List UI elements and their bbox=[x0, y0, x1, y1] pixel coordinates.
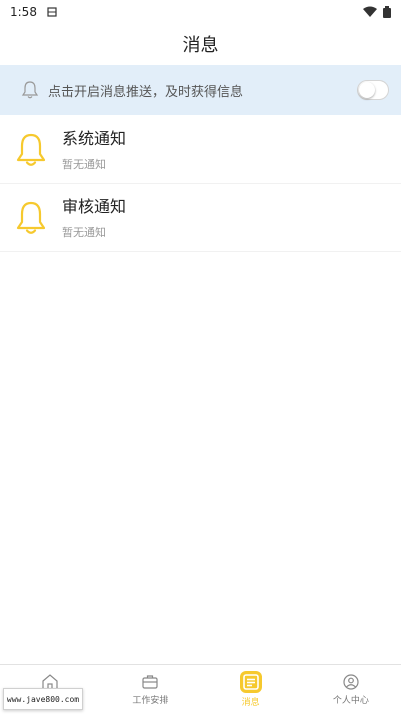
message-title: 系统通知 bbox=[62, 128, 127, 148]
status-bar: 1:58 bbox=[0, 0, 401, 24]
message-subtitle: 暂无通知 bbox=[62, 157, 106, 171]
message-subtitle: 暂无通知 bbox=[62, 225, 106, 239]
bell-icon bbox=[16, 201, 46, 234]
wifi-icon bbox=[363, 6, 377, 17]
page-title: 消息 bbox=[182, 35, 219, 56]
message-list: 系统通知 暂无通知 审核通知 暂无通知 bbox=[0, 116, 401, 252]
status-time: 1:58 bbox=[10, 5, 37, 19]
tab-label: 个人中心 bbox=[332, 696, 369, 706]
tab-label: 消息 bbox=[241, 698, 260, 708]
message-title: 审核通知 bbox=[62, 196, 127, 216]
tab-work-schedule[interactable]: 工作安排 bbox=[100, 665, 200, 714]
briefcase-icon bbox=[142, 675, 158, 689]
header: 消息 bbox=[0, 24, 401, 64]
push-toggle[interactable] bbox=[357, 80, 389, 100]
user-icon bbox=[343, 674, 359, 690]
tab-messages[interactable]: 消息 bbox=[201, 665, 301, 714]
push-banner[interactable]: 点击开启消息推送，及时获得信息 bbox=[0, 65, 401, 115]
message-icon bbox=[239, 671, 262, 693]
battery-icon bbox=[383, 6, 391, 18]
list-item-review-notice[interactable]: 审核通知 暂无通知 bbox=[0, 184, 401, 252]
tab-label: 工作安排 bbox=[132, 696, 169, 706]
watermark-text: www.jave800.com bbox=[6, 694, 80, 704]
bell-icon bbox=[16, 133, 46, 166]
bell-outline-icon bbox=[21, 81, 39, 99]
tab-profile[interactable]: 个人中心 bbox=[301, 665, 401, 714]
push-banner-text: 点击开启消息推送，及时获得信息 bbox=[48, 84, 244, 100]
watermark: www.jave800.com bbox=[3, 688, 83, 710]
notification-icon bbox=[47, 7, 57, 17]
list-item-system-notice[interactable]: 系统通知 暂无通知 bbox=[0, 116, 401, 184]
toggle-knob bbox=[359, 82, 375, 98]
